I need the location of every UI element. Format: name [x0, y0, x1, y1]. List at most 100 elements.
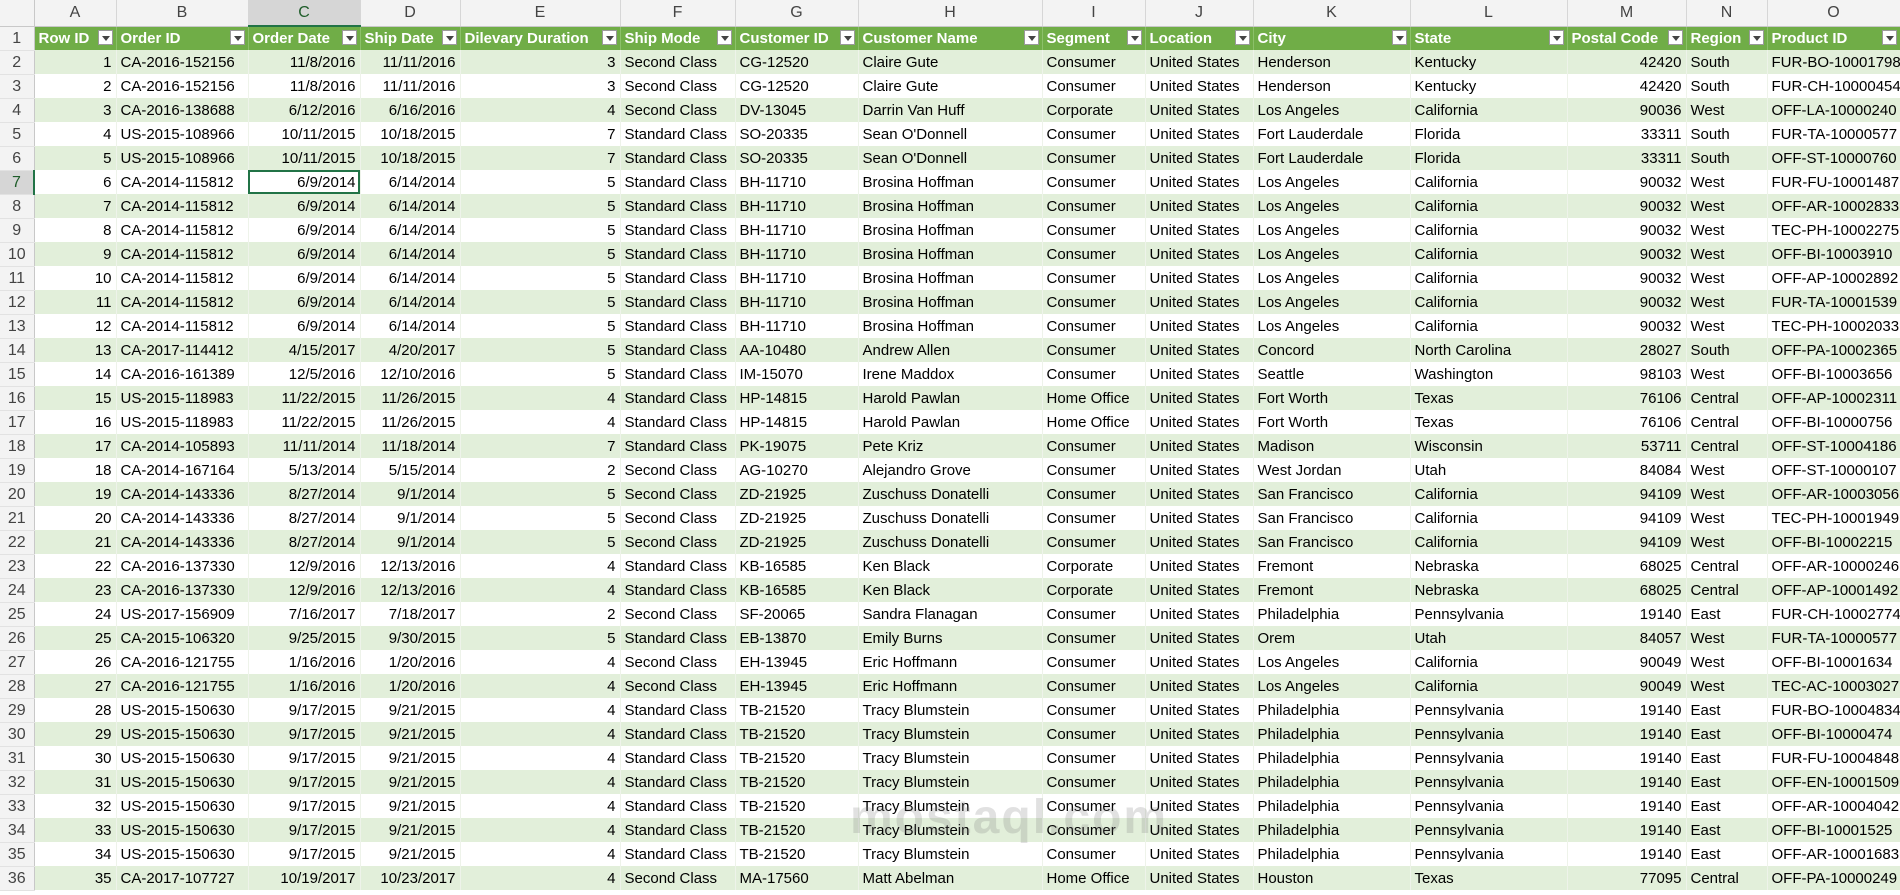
table-cell[interactable]: Alejandro Grove — [858, 458, 1043, 482]
table-cell[interactable]: Philadelphia — [1253, 794, 1411, 818]
table-cell[interactable]: 5 — [460, 266, 621, 290]
table-cell[interactable]: United States — [1145, 818, 1254, 842]
table-cell[interactable]: FUR-BO-10001798 — [1767, 50, 1900, 74]
table-cell[interactable]: East — [1686, 794, 1768, 818]
table-cell[interactable]: Consumer — [1042, 698, 1146, 722]
table-cell[interactable]: ZD-21925 — [735, 530, 859, 554]
table-cell[interactable]: Standard Class — [620, 434, 736, 458]
table-cell[interactable]: 17 — [34, 434, 117, 458]
table-cell[interactable]: 32 — [34, 794, 117, 818]
table-cell[interactable]: 21 — [34, 530, 117, 554]
table-cell[interactable]: West — [1686, 290, 1768, 314]
table-cell[interactable]: Consumer — [1042, 842, 1146, 866]
table-cell[interactable]: Consumer — [1042, 362, 1146, 386]
table-cell[interactable]: 90049 — [1567, 650, 1687, 674]
header-cell[interactable]: Location — [1145, 26, 1254, 50]
table-cell[interactable]: 15 — [34, 386, 117, 410]
table-cell[interactable]: 5/13/2014 — [248, 458, 361, 482]
table-cell[interactable]: West — [1686, 314, 1768, 338]
table-cell[interactable]: South — [1686, 74, 1768, 98]
table-cell[interactable]: Standard Class — [620, 314, 736, 338]
header-cell[interactable]: Order Date — [248, 26, 361, 50]
header-cell[interactable]: Customer ID — [735, 26, 859, 50]
table-cell[interactable]: 6 — [34, 170, 117, 194]
table-cell[interactable]: Standard Class — [620, 338, 736, 362]
table-cell[interactable]: Consumer — [1042, 482, 1146, 506]
table-cell[interactable]: Nebraska — [1410, 554, 1568, 578]
column-header-k[interactable]: K — [1253, 0, 1411, 27]
table-cell[interactable]: Brosina Hoffman — [858, 170, 1043, 194]
select-all-corner[interactable] — [0, 0, 35, 27]
table-cell[interactable]: Eric Hoffmann — [858, 650, 1043, 674]
table-cell[interactable]: Consumer — [1042, 530, 1146, 554]
row-number-31[interactable]: 31 — [0, 746, 35, 771]
table-cell[interactable]: TEC-AC-10003027 — [1767, 674, 1900, 698]
table-cell[interactable]: California — [1410, 170, 1568, 194]
table-cell[interactable]: United States — [1145, 146, 1254, 170]
table-cell[interactable]: CA-2014-115812 — [116, 266, 249, 290]
table-cell[interactable]: West — [1686, 362, 1768, 386]
table-cell[interactable]: FUR-CH-10000454 — [1767, 74, 1900, 98]
table-cell[interactable]: 11 — [34, 290, 117, 314]
table-cell[interactable]: Brosina Hoffman — [858, 266, 1043, 290]
table-cell[interactable]: 9/1/2014 — [360, 482, 461, 506]
table-cell[interactable]: 6/14/2014 — [360, 218, 461, 242]
table-cell[interactable]: DV-13045 — [735, 98, 859, 122]
table-cell[interactable]: Florida — [1410, 122, 1568, 146]
table-cell[interactable]: 98103 — [1567, 362, 1687, 386]
table-cell[interactable]: Philadelphia — [1253, 698, 1411, 722]
table-cell[interactable]: 4 — [460, 674, 621, 698]
table-cell[interactable]: AG-10270 — [735, 458, 859, 482]
table-cell[interactable]: Corporate — [1042, 554, 1146, 578]
table-cell[interactable]: Consumer — [1042, 626, 1146, 650]
table-cell[interactable]: Central — [1686, 410, 1768, 434]
table-cell[interactable]: Standard Class — [620, 578, 736, 602]
table-cell[interactable]: Consumer — [1042, 506, 1146, 530]
table-cell[interactable]: 9/21/2015 — [360, 794, 461, 818]
table-cell[interactable]: California — [1410, 98, 1568, 122]
table-cell[interactable]: 11/11/2016 — [360, 74, 461, 98]
table-cell[interactable]: Consumer — [1042, 266, 1146, 290]
table-cell[interactable]: 6/9/2014 — [248, 314, 361, 338]
table-cell[interactable]: OFF-ST-10004186 — [1767, 434, 1900, 458]
table-cell[interactable]: California — [1410, 674, 1568, 698]
column-header-o[interactable]: O — [1767, 0, 1900, 27]
table-cell[interactable]: West — [1686, 530, 1768, 554]
table-cell[interactable]: Pete Kriz — [858, 434, 1043, 458]
table-cell[interactable]: SF-20065 — [735, 602, 859, 626]
table-cell[interactable]: Concord — [1253, 338, 1411, 362]
row-number-10[interactable]: 10 — [0, 242, 35, 267]
table-cell[interactable]: 19140 — [1567, 842, 1687, 866]
table-cell[interactable]: Zuschuss Donatelli — [858, 530, 1043, 554]
table-cell[interactable]: Texas — [1410, 410, 1568, 434]
table-cell[interactable]: 19 — [34, 482, 117, 506]
table-cell[interactable]: 5 — [460, 482, 621, 506]
header-cell[interactable]: Order ID — [116, 26, 249, 50]
table-cell[interactable]: 5 — [460, 338, 621, 362]
table-cell[interactable]: Los Angeles — [1253, 314, 1411, 338]
table-cell[interactable]: Texas — [1410, 386, 1568, 410]
table-cell[interactable]: 19140 — [1567, 746, 1687, 770]
filter-dropdown-icon[interactable] — [229, 29, 245, 45]
table-cell[interactable]: TB-21520 — [735, 698, 859, 722]
table-cell[interactable]: West — [1686, 98, 1768, 122]
table-cell[interactable]: California — [1410, 242, 1568, 266]
table-cell[interactable]: OFF-AR-10004042 — [1767, 794, 1900, 818]
table-cell[interactable]: Second Class — [620, 98, 736, 122]
table-cell[interactable]: Pennsylvania — [1410, 698, 1568, 722]
table-cell[interactable]: United States — [1145, 50, 1254, 74]
table-cell[interactable]: 53711 — [1567, 434, 1687, 458]
table-cell[interactable]: Standard Class — [620, 386, 736, 410]
filter-dropdown-icon[interactable] — [1748, 29, 1764, 45]
table-cell[interactable]: Tracy Blumstein — [858, 698, 1043, 722]
table-cell[interactable]: 9/17/2015 — [248, 818, 361, 842]
table-cell[interactable]: 6/14/2014 — [360, 170, 461, 194]
table-cell[interactable]: 4 — [460, 746, 621, 770]
row-number-2[interactable]: 2 — [0, 50, 35, 75]
table-cell[interactable]: CA-2016-121755 — [116, 650, 249, 674]
table-cell[interactable]: 4 — [34, 122, 117, 146]
table-cell[interactable]: CA-2014-115812 — [116, 170, 249, 194]
table-cell[interactable]: Fort Worth — [1253, 386, 1411, 410]
table-cell[interactable]: United States — [1145, 386, 1254, 410]
table-cell[interactable]: West — [1686, 170, 1768, 194]
